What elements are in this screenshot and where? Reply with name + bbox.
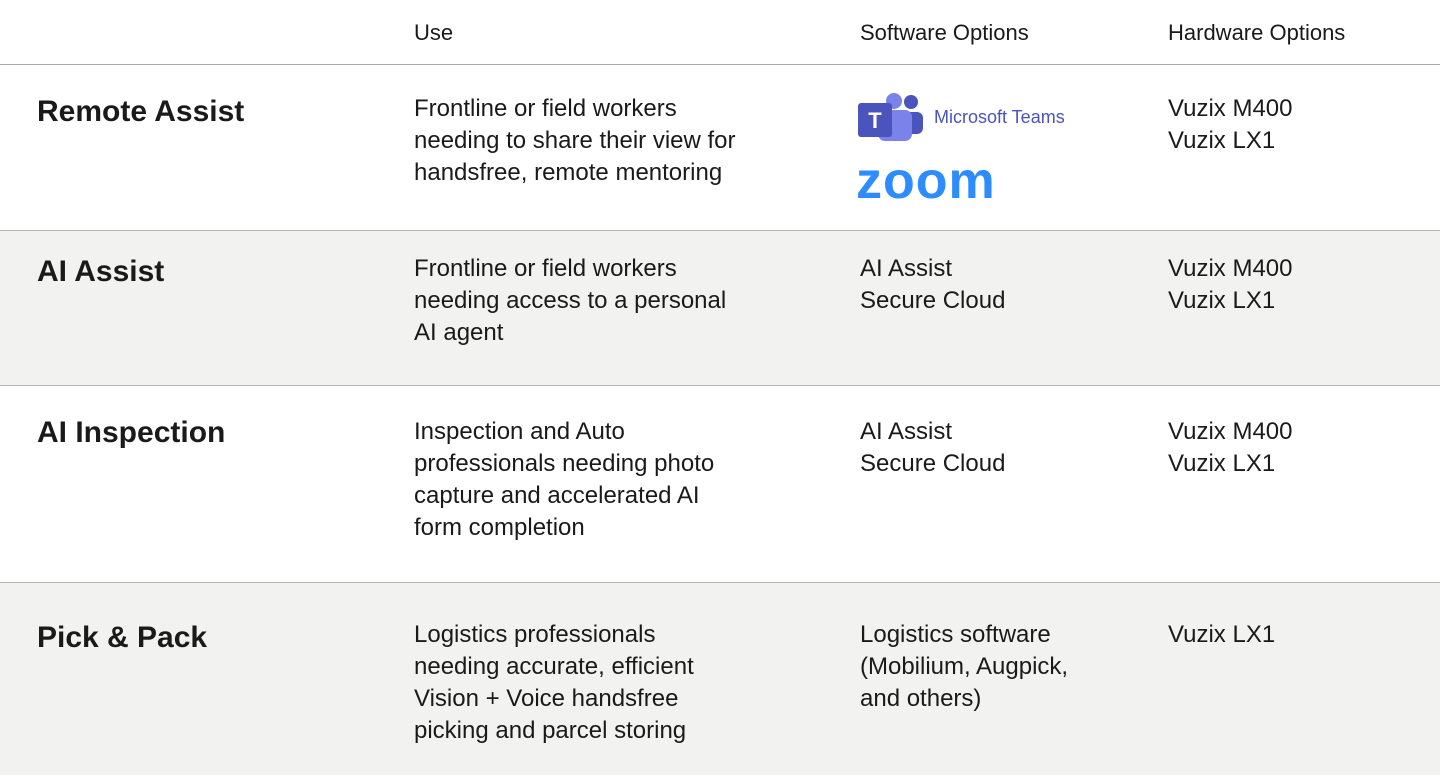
use-line: needing to share their view for <box>414 127 736 154</box>
table-header: Use Software Options Hardware Options <box>0 0 1440 65</box>
header-use: Use <box>414 20 454 45</box>
use-line: Frontline or field workers <box>414 95 677 122</box>
software-item: AI Assist <box>860 418 953 445</box>
table-row-ai-assist: AI Assist Frontline or field workers nee… <box>0 231 1440 386</box>
zoom-logo-icon: zoom <box>856 152 996 210</box>
hardware-cell: Vuzix LX1 <box>1168 619 1275 651</box>
use-line: form completion <box>414 514 585 541</box>
software-item: Secure Cloud <box>860 287 1006 314</box>
hardware-item: Vuzix LX1 <box>1168 127 1276 154</box>
software-item: and others) <box>860 685 982 712</box>
software-item: Secure Cloud <box>860 450 1006 477</box>
use-cell: Frontline or field workers needing to sh… <box>414 93 736 189</box>
use-line: needing accurate, efficient <box>414 653 694 680</box>
hardware-item: Vuzix M400 <box>1168 95 1293 122</box>
hardware-item: Vuzix LX1 <box>1168 287 1276 314</box>
use-line: Vision + Voice handsfree <box>414 685 679 712</box>
use-cell: Inspection and Auto professionals needin… <box>414 416 714 544</box>
use-line: Frontline or field workers <box>414 255 677 282</box>
use-line: professionals needing photo <box>414 450 715 477</box>
comparison-table: Use Software Options Hardware Options Re… <box>0 0 1440 775</box>
row-title: Pick & Pack <box>37 621 208 654</box>
table-row-ai-inspection: AI Inspection Inspection and Auto profes… <box>0 386 1440 583</box>
use-line: picking and parcel storing <box>414 717 687 744</box>
use-line: handsfree, remote mentoring <box>414 159 723 186</box>
row-title: AI Inspection <box>37 416 226 449</box>
use-line: capture and accelerated AI <box>414 482 700 509</box>
use-cell: Frontline or field workers needing acces… <box>414 253 726 349</box>
table-row-remote-assist: Remote Assist Frontline or field workers… <box>0 65 1440 231</box>
table-row-pick-and-pack: Pick & Pack Logistics professionals need… <box>0 583 1440 775</box>
hardware-item: Vuzix LX1 <box>1168 621 1276 648</box>
use-line: needing access to a personal <box>414 287 727 314</box>
software-cell: AI Assist Secure Cloud <box>860 253 1005 317</box>
software-cell: Logistics software (Mobilium, Augpick, a… <box>860 619 1068 715</box>
software-item: AI Assist <box>860 255 953 282</box>
hardware-item: Vuzix M400 <box>1168 255 1293 282</box>
use-line: Logistics professionals <box>414 621 656 648</box>
microsoft-teams-logo-icon: T <box>858 93 923 141</box>
header-hardware-options: Hardware Options <box>1168 20 1346 45</box>
software-item: Logistics software <box>860 621 1051 648</box>
hardware-cell: Vuzix M400 Vuzix LX1 <box>1168 416 1293 480</box>
software-logos: T Microsoft Teams zoom <box>856 93 1116 223</box>
use-line: AI agent <box>414 319 504 346</box>
use-cell: Logistics professionals needing accurate… <box>414 619 694 747</box>
header-software-options: Software Options <box>860 20 1029 45</box>
row-title: Remote Assist <box>37 95 245 128</box>
software-item: (Mobilium, Augpick, <box>860 653 1069 680</box>
svg-text:T: T <box>868 108 882 133</box>
use-line: Inspection and Auto <box>414 418 625 445</box>
hardware-item: Vuzix M400 <box>1168 418 1293 445</box>
software-cell: AI Assist Secure Cloud <box>860 416 1005 480</box>
hardware-cell: Vuzix M400 Vuzix LX1 <box>1168 93 1293 157</box>
row-title: AI Assist <box>37 255 165 288</box>
microsoft-teams-label: Microsoft Teams <box>934 107 1065 127</box>
hardware-item: Vuzix LX1 <box>1168 450 1276 477</box>
hardware-cell: Vuzix M400 Vuzix LX1 <box>1168 253 1293 317</box>
